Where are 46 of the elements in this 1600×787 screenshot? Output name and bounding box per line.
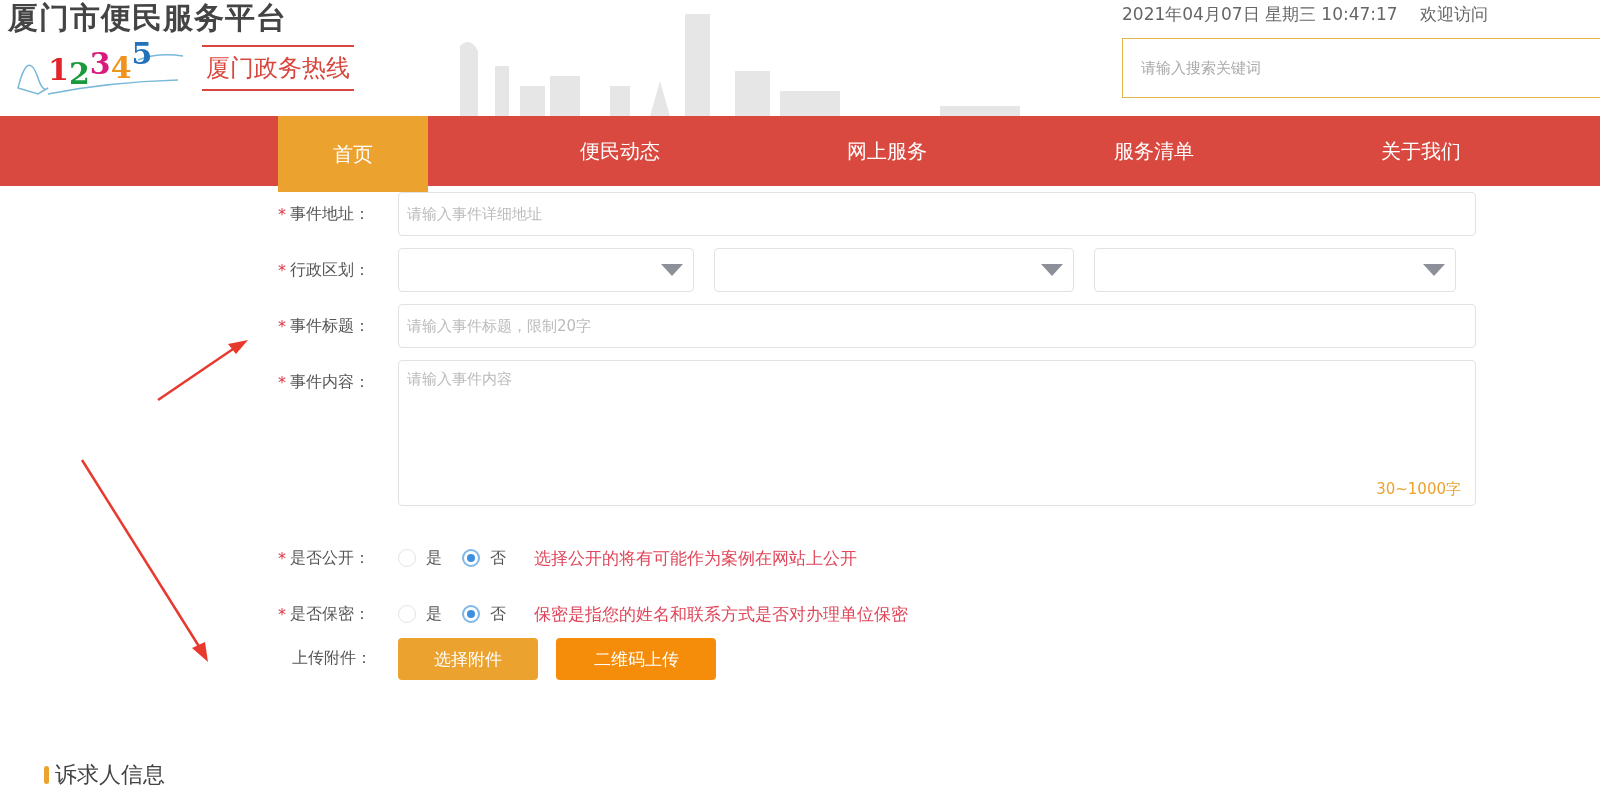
field-label: 事件地址：	[290, 203, 370, 225]
field-label: 是否保密：	[290, 603, 370, 625]
textarea-field[interactable]: 请输入事件内容 30~1000字	[398, 360, 1476, 506]
upload-button[interactable]: 选择附件	[398, 638, 538, 680]
dropdown-caret-icon	[1041, 264, 1063, 276]
radio-option[interactable]: 否	[462, 603, 506, 625]
required-mark: *	[278, 316, 286, 336]
radio-option[interactable]: 是	[398, 547, 442, 569]
hint-text: 保密是指您的姓名和联系方式是否对办理单位保密	[534, 602, 908, 626]
welcome-text: 欢迎访问	[1419, 3, 1488, 26]
dropdown[interactable]	[714, 248, 1074, 292]
radio-option[interactable]: 是	[398, 603, 442, 625]
hint-text: 选择公开的将有可能作为案例在网站上公开	[534, 546, 857, 570]
field-label: 行政区划：	[290, 259, 370, 281]
required-mark: *	[278, 604, 286, 624]
placeholder-text: 请输入事件内容	[407, 370, 512, 388]
required-mark: *	[278, 548, 286, 568]
radio-option[interactable]: 否	[462, 547, 506, 569]
required-mark: *	[278, 260, 286, 280]
input-field[interactable]: 请输入事件详细地址	[398, 192, 1476, 236]
nav-tab[interactable]: 网上服务	[812, 116, 962, 186]
field-label: 上传附件：	[292, 647, 372, 669]
dropdown-caret-icon	[1423, 264, 1445, 276]
char-limit: 30~1000字	[1376, 480, 1461, 499]
hotline-title: 厦门政务热线	[202, 45, 354, 91]
dropdown[interactable]	[398, 248, 694, 292]
field-label: 事件标题：	[290, 315, 370, 337]
nav-tab[interactable]: 服务清单	[1079, 116, 1229, 186]
field-label: 是否公开：	[290, 547, 370, 569]
nav-tab[interactable]: 关于我们	[1346, 116, 1496, 186]
required-mark: *	[278, 204, 286, 224]
section-marker	[44, 766, 49, 784]
site-title: 厦门市便民服务平台	[8, 0, 288, 36]
nav-tab[interactable]: 便民动态	[545, 116, 695, 186]
nav-tab[interactable]: 首页	[278, 116, 428, 192]
section-heading: 诉求人信息	[55, 762, 165, 787]
dropdown[interactable]	[1094, 248, 1456, 292]
radio-button[interactable]	[462, 605, 480, 623]
dropdown-caret-icon	[661, 264, 683, 276]
radio-button[interactable]	[462, 549, 480, 567]
upload-button[interactable]: 二维码上传	[556, 638, 716, 680]
search-field[interactable]: 请输入搜索关键词	[1122, 38, 1600, 98]
input-field[interactable]: 请输入事件标题，限制20字	[398, 304, 1476, 348]
field-label: 事件内容：	[290, 371, 370, 393]
date-time: 2021年04月07日 星期三 10:47:17	[1122, 3, 1398, 26]
required-mark: *	[278, 372, 286, 392]
